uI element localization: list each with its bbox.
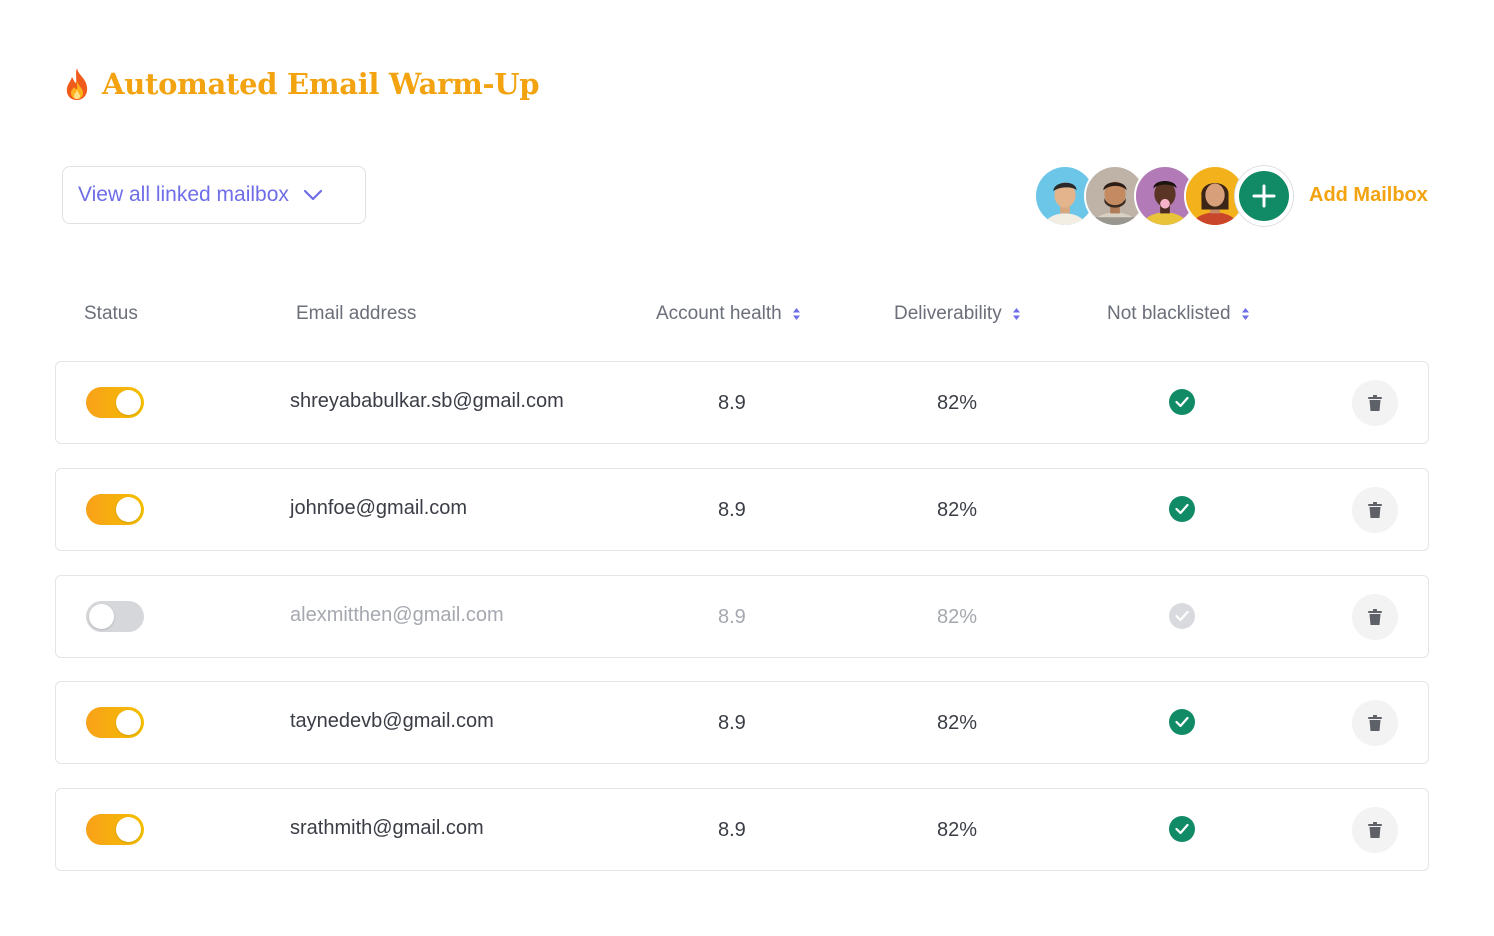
table-row: srathmith@gmail.com 8.9 82% [55,788,1429,871]
mailbox-filter-label: View all linked mailbox [78,183,289,206]
status-toggle[interactable] [86,814,144,845]
flame-icon [66,68,88,100]
check-circle-icon [1169,816,1195,842]
column-header-status: Status [84,303,138,325]
status-toggle[interactable] [86,387,144,418]
sort-icon[interactable] [792,307,801,321]
delete-button[interactable] [1352,380,1398,426]
warmup-page: Automated Email Warm-Up View all linked … [0,0,1494,936]
account-health-value: 8.9 [718,392,746,414]
email-address: taynedevb@gmail.com [290,710,494,732]
page-title: Automated Email Warm-Up [102,67,540,101]
toggle-knob [116,817,141,842]
email-address: johnfoe@gmail.com [290,497,468,519]
account-health-value: 8.9 [718,499,746,521]
status-toggle[interactable] [86,707,144,738]
toggle-knob [116,390,141,415]
email-address: alexmitthen@gmail.com [290,604,504,626]
deliverability-value: 82% [937,606,978,628]
trash-icon [1368,715,1382,731]
add-mailbox-icon-button[interactable] [1234,165,1294,227]
trash-icon [1368,609,1382,625]
column-header-email: Email address [296,303,416,325]
add-mailbox-button[interactable]: Add Mailbox [1309,184,1428,207]
mailbox-filter-dropdown[interactable]: View all linked mailbox [62,166,366,224]
toggle-knob [89,604,114,629]
column-header-health[interactable]: Account health [656,303,801,325]
column-header-blacklist-label: Not blacklisted [1107,303,1231,324]
check-circle-icon [1169,496,1195,522]
check-circle-icon [1169,389,1195,415]
account-health-value: 8.9 [718,712,746,734]
plus-icon [1239,171,1289,221]
delete-button[interactable] [1352,594,1398,640]
delete-button[interactable] [1352,487,1398,533]
trash-icon [1368,502,1382,518]
trash-icon [1368,822,1382,838]
deliverability-value: 82% [937,392,978,414]
trash-icon [1368,395,1382,411]
table-row: taynedevb@gmail.com 8.9 82% [55,681,1429,764]
chevron-down-icon [303,189,322,201]
check-circle-icon [1169,603,1195,629]
delete-button[interactable] [1352,807,1398,853]
page-header: Automated Email Warm-Up [62,64,540,104]
column-header-health-label: Account health [656,303,782,324]
column-header-email-label: Email address [296,303,417,324]
deliverability-value: 82% [937,712,978,734]
column-header-deliverability[interactable]: Deliverability [894,303,1021,325]
sort-icon[interactable] [1012,307,1021,321]
check-circle-icon [1169,709,1195,735]
table-row: johnfoe@gmail.com 8.9 82% [55,468,1429,551]
deliverability-value: 82% [937,499,978,521]
account-health-value: 8.9 [718,819,746,841]
column-header-deliverability-label: Deliverability [894,303,1002,324]
status-toggle[interactable] [86,494,144,525]
column-header-blacklist[interactable]: Not blacklisted [1107,303,1250,325]
toggle-knob [116,497,141,522]
table-row: shreyababulkar.sb@gmail.com 8.9 82% [55,361,1429,444]
deliverability-value: 82% [937,819,978,841]
column-header-status-label: Status [84,303,138,324]
table-row: alexmitthen@gmail.com 8.9 82% [55,575,1429,658]
delete-button[interactable] [1352,700,1398,746]
email-address: srathmith@gmail.com [290,817,484,839]
sort-icon[interactable] [1241,307,1250,321]
email-address: shreyababulkar.sb@gmail.com [290,390,564,412]
status-toggle[interactable] [86,601,144,632]
toggle-knob [116,710,141,735]
account-health-value: 8.9 [718,606,746,628]
